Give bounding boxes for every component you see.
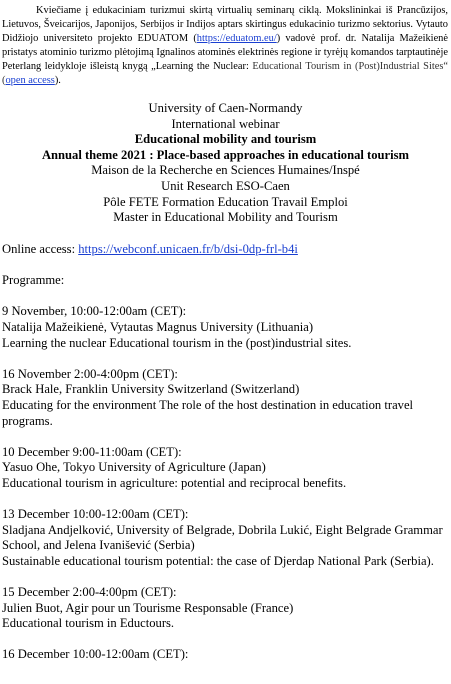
webinar-header: University of Caen-Normandy Internationa…	[0, 101, 451, 226]
session-5-speaker: Julien Buot, Agir pour un Tourisme Respo…	[2, 600, 294, 615]
session-5-date: 15 December 2:00-4:00pm (CET):	[2, 585, 177, 600]
session-4-speaker: Sladjana Andjelković, University of Belg…	[2, 522, 443, 553]
webinar-label: International webinar	[171, 116, 280, 131]
session-4-date: 13 December 10:00-12:00am (CET):	[2, 507, 189, 522]
university-name: University of Caen-Normandy	[148, 101, 303, 115]
session-2-date: 16 November 2:00-4:00pm (CET):	[2, 366, 178, 381]
programme-label: Programme:	[2, 273, 65, 288]
organisation-2: Unit Research ESO-Caen	[161, 178, 290, 193]
document-page: Kviečiame į edukaciniam turizmui skirtą …	[0, 0, 451, 684]
session-5-title: Educational tourism in Eductours.	[2, 616, 175, 631]
session-1-date: 9 November, 10:00-12:00am (CET):	[2, 304, 187, 319]
organisation-3: Pôle FETE Formation Education Travail Em…	[103, 194, 348, 209]
session-3-date: 10 December 9:00-11:00am (CET):	[2, 444, 182, 459]
session-6-date: 16 December 10:00-12:00am (CET):	[2, 647, 189, 662]
organisation-1: Maison de la Recherche en Sciences Humai…	[91, 163, 360, 178]
webinar-title: Educational mobility and tourism	[134, 132, 317, 147]
organisation-4: Master in Educational Mobility and Touri…	[113, 210, 338, 225]
session-2-speaker: Brack Hale, Franklin University Switzerl…	[2, 382, 300, 397]
intro-paragraph: Kviečiame į edukaciniam turizmui skirtą …	[2, 4, 448, 88]
intro-text-4: ).	[54, 75, 61, 86]
eduatom-link[interactable]: https://eduatom.eu/	[197, 33, 277, 44]
open-access-link[interactable]: open access	[5, 75, 54, 86]
annual-theme: Annual theme 2021 : Place-based approach…	[41, 147, 410, 162]
session-4-title: Sustainable educational tourism potentia…	[2, 553, 434, 568]
online-access-label: Online access:	[2, 242, 79, 256]
session-3-title: Educational tourism in agriculture: pote…	[2, 475, 347, 490]
webconf-link[interactable]: https://webconf.unicaen.fr/b/dsi-0dp-frl…	[78, 242, 298, 256]
session-2-title: Educating for the environment The role o…	[2, 397, 414, 428]
session-3-speaker: Yasuo Ohe, Tokyo University of Agricultu…	[2, 460, 266, 475]
programme-section: Online access: https://webconf.unicaen.f…	[2, 242, 448, 663]
session-1-title: Learning the nuclear Educational tourism…	[2, 335, 352, 350]
online-access: Online access: https://webconf.unicaen.f…	[2, 242, 448, 258]
session-1-speaker: Natalija Mažeikienė, Vytautas Magnus Uni…	[2, 319, 314, 334]
